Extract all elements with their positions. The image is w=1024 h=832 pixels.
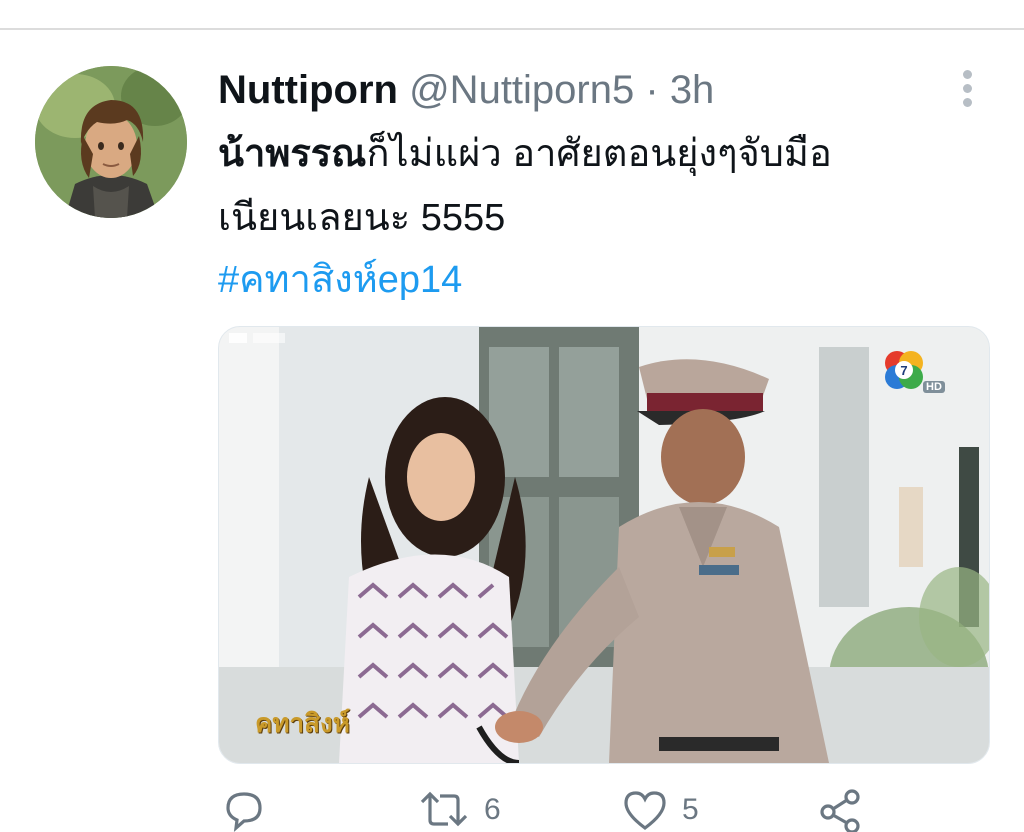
timestamp[interactable]: 3h: [670, 68, 715, 112]
like-count: 5: [682, 793, 699, 826]
show-logo: คทาสิงห์: [255, 709, 350, 739]
separator-dot: ·: [645, 68, 659, 112]
like-icon: [624, 791, 666, 830]
channel-logo-icon: 7: [879, 345, 929, 395]
share-button[interactable]: [818, 788, 864, 832]
retweet-button[interactable]: 6: [418, 788, 501, 832]
tweet-text-line-2: เนียนเลยนะ 5555: [218, 197, 506, 239]
reply-icon: [226, 792, 262, 832]
tweet-card[interactable]: Nuttiporn @Nuttiporn5 · 3h น้าพรรณก็ไม่แ…: [0, 30, 1024, 832]
share-icon: [820, 789, 860, 832]
action-bar: 6 5: [0, 788, 1024, 832]
avatar[interactable]: [35, 66, 187, 218]
tweet-text-line-1: น้าพรรณก็ไม่แผ่ว อาศัยตอนยุ่งๆจับมือ: [218, 122, 998, 186]
tweet-text-line-1-rest: ก็ไม่แผ่ว อาศัยตอนยุ่งๆจับมือ: [366, 133, 832, 175]
retweet-count: 6: [484, 793, 501, 826]
svg-text:7: 7: [900, 363, 907, 378]
hd-badge: HD: [923, 381, 945, 393]
media-scene: [219, 327, 989, 763]
like-button[interactable]: 5: [622, 788, 699, 832]
media-image[interactable]: 7 HD คทาสิงห์: [218, 326, 990, 764]
user-handle[interactable]: @Nuttiporn5: [409, 68, 634, 112]
tweet-header: Nuttiporn @Nuttiporn5 · 3h: [218, 68, 714, 112]
more-vertical-icon[interactable]: [958, 68, 978, 108]
retweet-icon: [420, 791, 468, 827]
display-name[interactable]: Nuttiporn: [218, 68, 398, 112]
avatar-image: [35, 66, 187, 218]
hashtag-link[interactable]: #คทาสิงห์ep14: [218, 252, 462, 308]
reply-button[interactable]: [222, 788, 266, 832]
tweet-text-bold: น้าพรรณ: [218, 133, 367, 175]
tweet-text: น้าพรรณก็ไม่แผ่ว อาศัยตอนยุ่งๆจับมือ เนี…: [218, 122, 998, 250]
